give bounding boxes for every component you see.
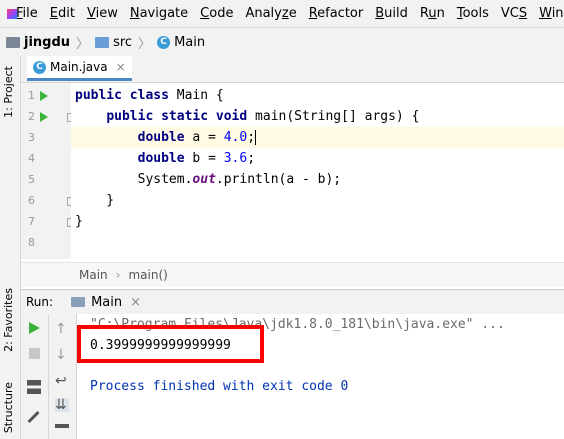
line-number: 2: [28, 110, 35, 123]
close-icon[interactable]: ×: [130, 295, 141, 310]
run-title: Run:: [26, 295, 54, 309]
print-icon[interactable]: [55, 424, 69, 438]
line-number: 3: [28, 131, 35, 144]
up-arrow-icon[interactable]: ↑: [55, 322, 69, 336]
run-toolbar-primary: [21, 314, 49, 439]
menu-tools[interactable]: Tools: [451, 6, 495, 21]
menu-view[interactable]: View: [81, 6, 124, 21]
editor-gutter: 1 2 3 4 5 6 7 8: [21, 83, 75, 259]
menu-analyze[interactable]: Analyze: [239, 6, 302, 21]
console-exit-message: Process finished with exit code 0: [90, 379, 349, 394]
menu-window[interactable]: Window: [533, 6, 564, 21]
soft-wrap-icon[interactable]: ↩: [55, 374, 69, 388]
class-icon: C: [157, 35, 171, 49]
project-name: jingdu: [24, 34, 71, 50]
run-tab-label: Main: [91, 294, 123, 310]
run-class-icon[interactable]: [40, 91, 48, 101]
folder-name: src: [113, 34, 133, 50]
menu-navigate[interactable]: Navigate: [124, 6, 194, 21]
tab-label: Main.java: [50, 60, 108, 74]
chevron-right-icon: ›: [115, 268, 121, 282]
menu-refactor[interactable]: Refactor: [303, 6, 370, 21]
code-line-7: }: [75, 214, 83, 229]
text-caret: [255, 130, 257, 145]
line-number: 1: [28, 89, 35, 102]
source-folder-icon: [95, 36, 110, 48]
menu-build[interactable]: Build: [369, 6, 414, 21]
folder-icon: [6, 36, 20, 48]
run-method-icon[interactable]: [40, 112, 48, 122]
chevron-right-icon: 〉: [138, 36, 152, 52]
run-config-icon: [71, 297, 86, 307]
code-editor[interactable]: public class Main { public static void m…: [71, 83, 564, 259]
navigation-bar: jingdu 〉 src 〉 C Main: [0, 27, 564, 57]
editor-tab-bar: C Main.java ×: [21, 56, 564, 83]
menu-code[interactable]: Code: [194, 6, 239, 21]
run-tool-header: Run: Main ×: [21, 289, 564, 315]
stop-icon[interactable]: [29, 348, 40, 359]
line-number: 7: [28, 215, 35, 228]
breadcrumb-src[interactable]: src: [95, 35, 132, 50]
code-line-6: }: [75, 193, 115, 208]
line-number: 5: [28, 173, 35, 186]
structure-tool-tab[interactable]: Structure: [2, 382, 15, 433]
down-arrow-icon[interactable]: ↓: [55, 348, 69, 362]
layout-icon[interactable]: [27, 380, 41, 394]
breadcrumb-class[interactable]: Main: [79, 268, 108, 282]
line-number: 8: [28, 236, 35, 249]
menu-edit[interactable]: Edit: [44, 6, 81, 21]
menu-run[interactable]: Run: [414, 6, 451, 21]
file-name: Main: [174, 34, 206, 50]
project-tool-tab[interactable]: 1: Project: [2, 66, 15, 118]
code-line-2: public static void main(String[] args) {: [106, 109, 420, 124]
menu-vcs[interactable]: VCS: [495, 6, 533, 21]
breadcrumb-project[interactable]: jingdu: [6, 35, 70, 50]
line-number: 4: [28, 152, 35, 165]
code-line-1: public class Main {: [75, 88, 224, 103]
tab-main-java[interactable]: C Main.java ×: [27, 56, 132, 81]
code-line-3: double a = 4.0;: [71, 127, 564, 148]
breadcrumb-main[interactable]: C Main: [157, 35, 205, 50]
chevron-right-icon: 〉: [76, 36, 90, 52]
breadcrumb-method[interactable]: main(): [128, 268, 167, 282]
menu-bar: File Edit View Navigate Code Analyze Ref…: [0, 0, 564, 27]
scroll-to-end-icon[interactable]: ⇊: [55, 398, 69, 412]
close-icon[interactable]: ×: [116, 60, 126, 74]
favorites-tool-tab[interactable]: 2: Favorites: [2, 288, 15, 352]
class-icon: C: [33, 60, 46, 74]
run-tab-main[interactable]: Main ×: [71, 295, 141, 310]
code-line-4: double b = 3.6;: [137, 151, 256, 166]
pin-icon[interactable]: [27, 410, 40, 424]
run-toolbar-secondary: ↑ ↓ ↩ ⇊: [49, 314, 77, 439]
editor-breadcrumb: Main › main(): [21, 262, 564, 287]
left-tool-strip: 1: Project 2: Favorites Structure: [0, 56, 21, 439]
rerun-icon[interactable]: [29, 322, 40, 334]
code-line-5: System.out.println(a - b);: [137, 172, 342, 187]
red-highlight-box: [77, 325, 264, 363]
line-number: 6: [28, 194, 35, 207]
